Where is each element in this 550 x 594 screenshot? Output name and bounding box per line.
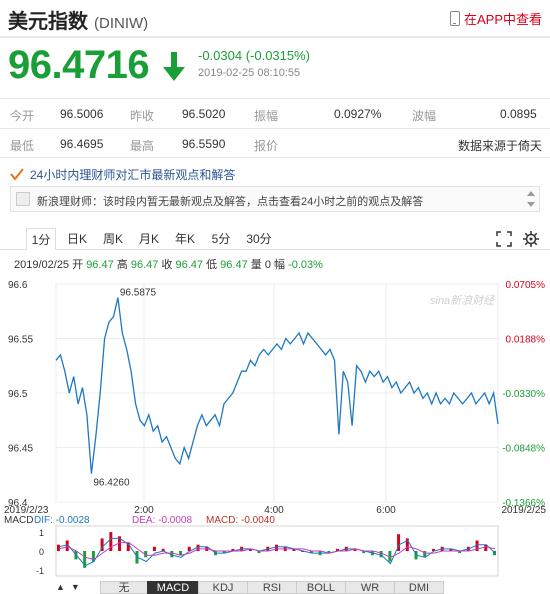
ohlc-open: 96.47 — [86, 259, 114, 271]
quote-timestamp: 2019-02-25 08:10:55 — [198, 67, 301, 79]
ohlc-vol-label: 量 — [250, 259, 262, 271]
tab-weekly[interactable]: 周K — [98, 228, 128, 250]
min-annotation: 96.4260 — [93, 478, 130, 489]
ohlc-close-label: 收 — [161, 259, 173, 271]
y-tick-label: 96.5 — [8, 389, 28, 400]
y-tick-label-right: 0.0188% — [506, 335, 546, 346]
x-tick-label: 6:00 — [376, 505, 396, 516]
stat-value-amplitude: 0.0927% — [334, 107, 382, 121]
indicator-dmi[interactable]: DMI — [394, 581, 444, 594]
tab-1min[interactable]: 1分 — [26, 228, 56, 250]
data-source-note: 数据来源于倚天 — [458, 139, 543, 153]
ohlc-open-label: 开 — [72, 259, 84, 271]
y-tick-label: 96.6 — [8, 280, 28, 291]
news-text: 新浪理财师：该时段内暂无最新观点及解答，点击查看24小时之前的观点及解答 — [37, 196, 424, 208]
index-name: 美元指数 — [8, 11, 88, 33]
scroll-up-icon[interactable]: ▲ — [56, 582, 65, 592]
stat-label-prev-close: 昨收 — [130, 109, 155, 123]
scroll-arrows-icon[interactable] — [527, 189, 535, 209]
macd-hist-bar — [57, 544, 60, 551]
avatar — [16, 192, 30, 206]
price-change: -0.0304 (-0.0315%) — [198, 48, 311, 63]
tab-daily[interactable]: 日K — [62, 228, 92, 250]
macd-value-label: MACD: -0.0040 — [206, 515, 275, 526]
tab-30min[interactable]: 30分 — [242, 228, 276, 250]
macd-y-tick: 1 — [39, 528, 44, 538]
index-symbol: (DINIW) — [94, 15, 149, 32]
watermark: sina新浪财经 — [430, 294, 495, 307]
trend-check-icon — [10, 168, 24, 180]
ohlc-amp-label: 幅 — [274, 259, 285, 271]
indicator-rsi[interactable]: RSI — [247, 581, 297, 594]
stat-value-range: 0.0895 — [500, 107, 537, 121]
indicator-macd[interactable]: MACD — [147, 581, 199, 594]
tab-yearly[interactable]: 年K — [170, 228, 200, 250]
ohlc-low: 96.47 — [220, 259, 248, 271]
y-tick-label-right: -0.0848% — [502, 444, 545, 455]
arrow-down-icon — [163, 52, 185, 81]
tab-monthly[interactable]: 月K — [134, 228, 164, 250]
timeframe-tabs: 1分 日K 周K 月K 年K 5分 30分 — [0, 228, 550, 250]
indicator-tabs: 无 MACD KDJ RSI BOLL WR DMI — [100, 581, 448, 594]
stats-table: 今开 96.5006 昨收 96.5020 振幅 0.0927% 波幅 0.08… — [0, 98, 550, 158]
indicator-wr[interactable]: WR — [345, 581, 395, 594]
macd-hist-bar — [152, 546, 156, 551]
ohlc-high-label: 高 — [116, 259, 128, 271]
header: 美元指数 (DINIW) 在APP中查看 — [0, 0, 550, 34]
stat-value-open: 96.5006 — [60, 107, 104, 121]
notice-headline: 24小时内理财师对汇市最新观点和解答 — [30, 167, 236, 182]
current-price: 96.4716 — [8, 43, 150, 87]
stat-label-amplitude: 振幅 — [254, 109, 279, 123]
stat-value-high: 96.5590 — [182, 137, 226, 151]
stat-label-high: 最高 — [130, 139, 155, 153]
stat-value-prev-close: 96.5020 — [182, 107, 226, 121]
macd-y-tick: -1 — [36, 566, 44, 576]
page-title: 美元指数 (DINIW) — [8, 5, 148, 34]
y-tick-label: 96.55 — [8, 335, 33, 346]
divider — [0, 36, 550, 38]
scroll-down-icon[interactable]: ▼ — [71, 582, 80, 592]
y-tick-label-right: 0.0705% — [506, 280, 546, 291]
macd-title: MACD — [4, 515, 33, 526]
stats-row: 最低 96.4695 最高 96.5590 报价 数据来源于倚天 — [0, 128, 550, 158]
advisor-news-box[interactable]: 新浪理财师：该时段内暂无最新观点及解答，点击查看24小时之前的观点及解答 — [10, 186, 540, 212]
macd-hist-bar — [275, 544, 278, 551]
ohlc-close: 96.47 — [175, 259, 204, 271]
stat-value-low: 96.4695 — [60, 137, 104, 151]
ohlc-amp: -0.03% — [288, 259, 323, 271]
open-in-app-link[interactable]: 在APP中查看 — [449, 9, 542, 28]
indicator-kdj[interactable]: KDJ — [198, 581, 248, 594]
settings-icon[interactable] — [523, 231, 539, 247]
y-tick-label-right: -0.0330% — [502, 389, 545, 400]
ohlc-vol: 0 — [264, 259, 271, 271]
indicator-boll[interactable]: BOLL — [296, 581, 346, 594]
stat-label-low: 最低 — [10, 139, 35, 153]
ohlc-readout: 2019/02/25 开 96.47 高 96.47 收 96.47 低 96.… — [14, 256, 323, 272]
tab-5min[interactable]: 5分 — [206, 228, 236, 250]
open-in-app-label: 在APP中查看 — [463, 12, 542, 27]
macd-y-tick: 0 — [39, 547, 44, 557]
y-tick-label: 96.45 — [8, 444, 33, 455]
phone-icon — [449, 11, 460, 26]
max-annotation: 96.5875 — [120, 288, 157, 299]
ohlc-high: 96.47 — [130, 259, 159, 271]
chart-nav: ▲ ▼ — [56, 582, 80, 592]
ohlc-low-label: 低 — [206, 259, 218, 271]
advisor-notice-link[interactable]: 24小时内理财师对汇市最新观点和解答 — [10, 165, 540, 183]
macd-dif-label: DIF: -0.0028 — [34, 515, 90, 526]
stat-label-quote: 报价 — [254, 139, 279, 153]
ohlc-date: 2019/02/25 — [14, 259, 70, 271]
price-chart[interactable]: 96.6 0.0705% 96.55 0.0188% 96.5 -0.0330% 96.45… — [0, 274, 550, 580]
stats-row: 今开 96.5006 昨收 96.5020 振幅 0.0927% 波幅 0.08… — [0, 98, 550, 128]
indicator-none[interactable]: 无 — [100, 581, 148, 594]
stat-label-range: 波幅 — [412, 109, 437, 123]
fullscreen-icon[interactable] — [496, 231, 512, 247]
stat-label-open: 今开 — [10, 109, 35, 123]
macd-dea-label: DEA: -0.0008 — [132, 515, 192, 526]
x-tick-label: 2019/2/25 — [502, 505, 547, 516]
